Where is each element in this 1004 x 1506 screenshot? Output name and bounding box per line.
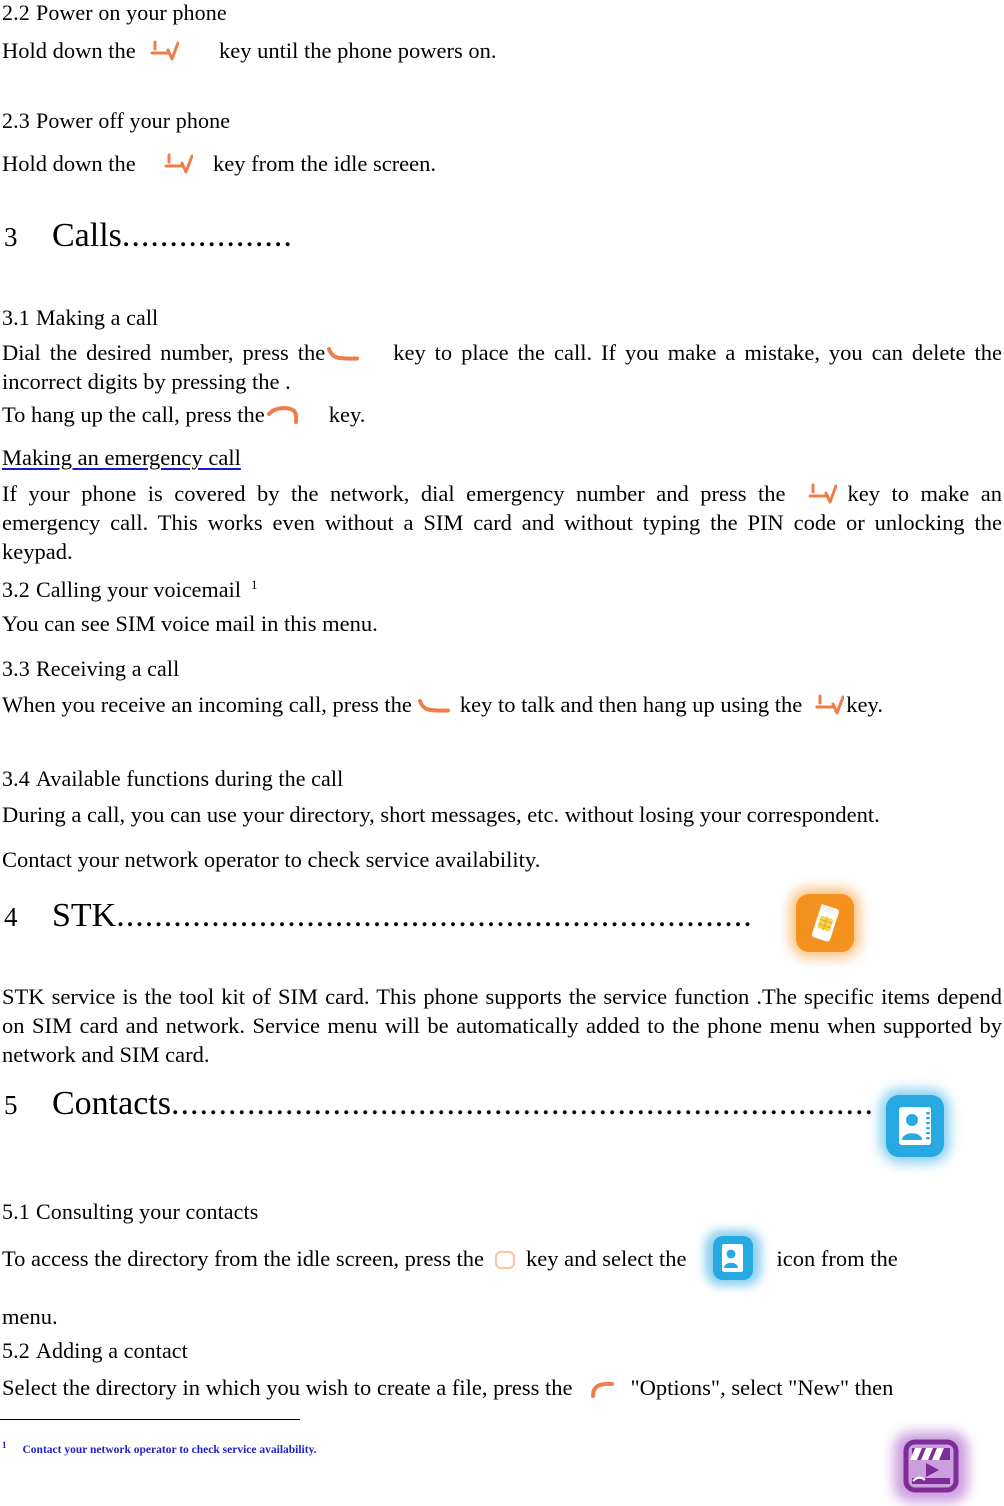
heading-5-1: 5.1 Consulting your contacts <box>2 1199 258 1225</box>
paragraph-5-2: Select the directory in which you wish t… <box>2 1375 894 1400</box>
power-end-call-key-icon <box>807 482 838 504</box>
heading-2-2-text: Power on your phone <box>36 0 227 25</box>
paragraph-3-2: You can see SIM voice mail in this menu. <box>2 611 378 636</box>
contacts-address-book-icon-inline <box>704 1230 761 1286</box>
footnote-number: 1 <box>2 1440 7 1450</box>
contacts-icon-art <box>899 1107 931 1145</box>
contacts-address-book-icon <box>880 1089 950 1163</box>
manual-page: 2.2 Power on your phone Hold down the key… <box>0 0 1004 1506</box>
heading-2-3-text: Power off your phone <box>36 108 231 133</box>
paragraph-2-3: Hold down the key from the idle screen. <box>2 151 437 176</box>
heading-3-3-text: Receiving a call <box>36 656 180 681</box>
chapter-4-title: STK <box>52 897 117 934</box>
chapter-heading-4: 4 STK....................................… <box>4 896 753 937</box>
heading-3-1-number: 3.1 <box>2 305 30 330</box>
video-icon-art <box>903 1439 959 1493</box>
paragraph-3-1-emergency: If your phone is covered by the network,… <box>2 481 1002 564</box>
heading-3-1: 3.1 Making a call <box>2 305 158 331</box>
paragraph-5-1-tail: menu. <box>2 1304 58 1329</box>
paragraph-3-1-hangup: To hang up the call, press the key. <box>2 402 366 427</box>
heading-3-4-number: 3.4 <box>2 766 30 791</box>
chapter-heading-3: 3 Calls.................. <box>4 216 293 257</box>
heading-3-2: 3.2 Calling your voicemail 1 <box>2 577 258 603</box>
heading-3-3: 3.3 Receiving a call <box>2 656 179 682</box>
power-end-call-key-icon <box>163 152 194 174</box>
chapter-4-dot-leader: ........................................… <box>116 897 753 934</box>
stk-sim-toolkit-icon <box>790 888 860 958</box>
chapter-heading-5: 5 Contacts...............................… <box>4 1084 874 1125</box>
heading-5-2: 5.2 Adding a contact <box>2 1338 188 1364</box>
ok-center-key-icon <box>494 1250 516 1270</box>
heading-3-2-text: Calling your voicemail <box>36 577 242 602</box>
chapter-3-dot-leader: .................. <box>121 217 293 254</box>
paragraph-5-1: To access the directory from the idle sc… <box>2 1230 1002 1286</box>
heading-5-1-text: Consulting your contacts <box>36 1199 259 1224</box>
emergency-call-link[interactable]: Making an emergency call <box>2 443 241 472</box>
emergency-call-link-text: Making an emergency call <box>2 445 241 470</box>
heading-5-2-number: 5.2 <box>2 1338 30 1363</box>
power-end-call-key-icon <box>814 693 845 715</box>
paragraph-3-4-b: Contact your network operator to check s… <box>2 847 541 872</box>
chapter-5-title: Contacts <box>52 1085 171 1122</box>
heading-2-3: 2.3 Power off your phone <box>2 108 230 134</box>
chapter-4-number: 4 <box>4 902 18 932</box>
send-call-key-icon <box>417 697 450 715</box>
chapter-5-dot-leader: ........................................… <box>170 1085 874 1122</box>
send-call-key-icon <box>327 345 360 363</box>
footnote-body: Contact your network operator to check s… <box>22 1443 317 1456</box>
footnote-separator <box>0 1419 300 1420</box>
heading-2-2: 2.2 Power on your phone <box>2 0 227 26</box>
heading-3-3-number: 3.3 <box>2 656 30 681</box>
heading-3-2-number: 3.2 <box>2 577 30 602</box>
stk-icon-art <box>811 904 839 942</box>
paragraph-chapter-4: STK service is the tool kit of SIM card.… <box>2 984 1002 1067</box>
paragraph-3-3: When you receive an incoming call, press… <box>2 692 883 717</box>
power-end-call-key-icon <box>149 39 180 61</box>
hangup-key-icon <box>266 405 299 425</box>
chapter-5-number: 5 <box>4 1090 18 1120</box>
video-player-icon <box>894 1432 968 1502</box>
footnote-marker: 1 <box>251 576 258 592</box>
heading-2-3-number: 2.3 <box>2 108 30 133</box>
heading-3-4: 3.4 Available functions during the call <box>2 766 343 792</box>
left-soft-key-icon <box>590 1380 616 1398</box>
paragraph-2-2: Hold down the key until the phone powers… <box>2 38 497 63</box>
heading-5-2-text: Adding a contact <box>36 1338 188 1363</box>
chapter-3-title: Calls <box>52 217 122 254</box>
paragraph-3-1-dial: Dial the desired number, press the key t… <box>2 340 1002 394</box>
footnote-text: 1 Contact your network operator to check … <box>2 1438 317 1457</box>
heading-5-1-number: 5.1 <box>2 1199 30 1224</box>
heading-3-1-text: Making a call <box>36 305 159 330</box>
paragraph-3-4-a: During a call, you can use your director… <box>2 802 880 827</box>
heading-2-2-number: 2.2 <box>2 0 30 25</box>
chapter-3-number: 3 <box>4 222 18 252</box>
heading-3-4-text: Available functions during the call <box>36 766 344 791</box>
